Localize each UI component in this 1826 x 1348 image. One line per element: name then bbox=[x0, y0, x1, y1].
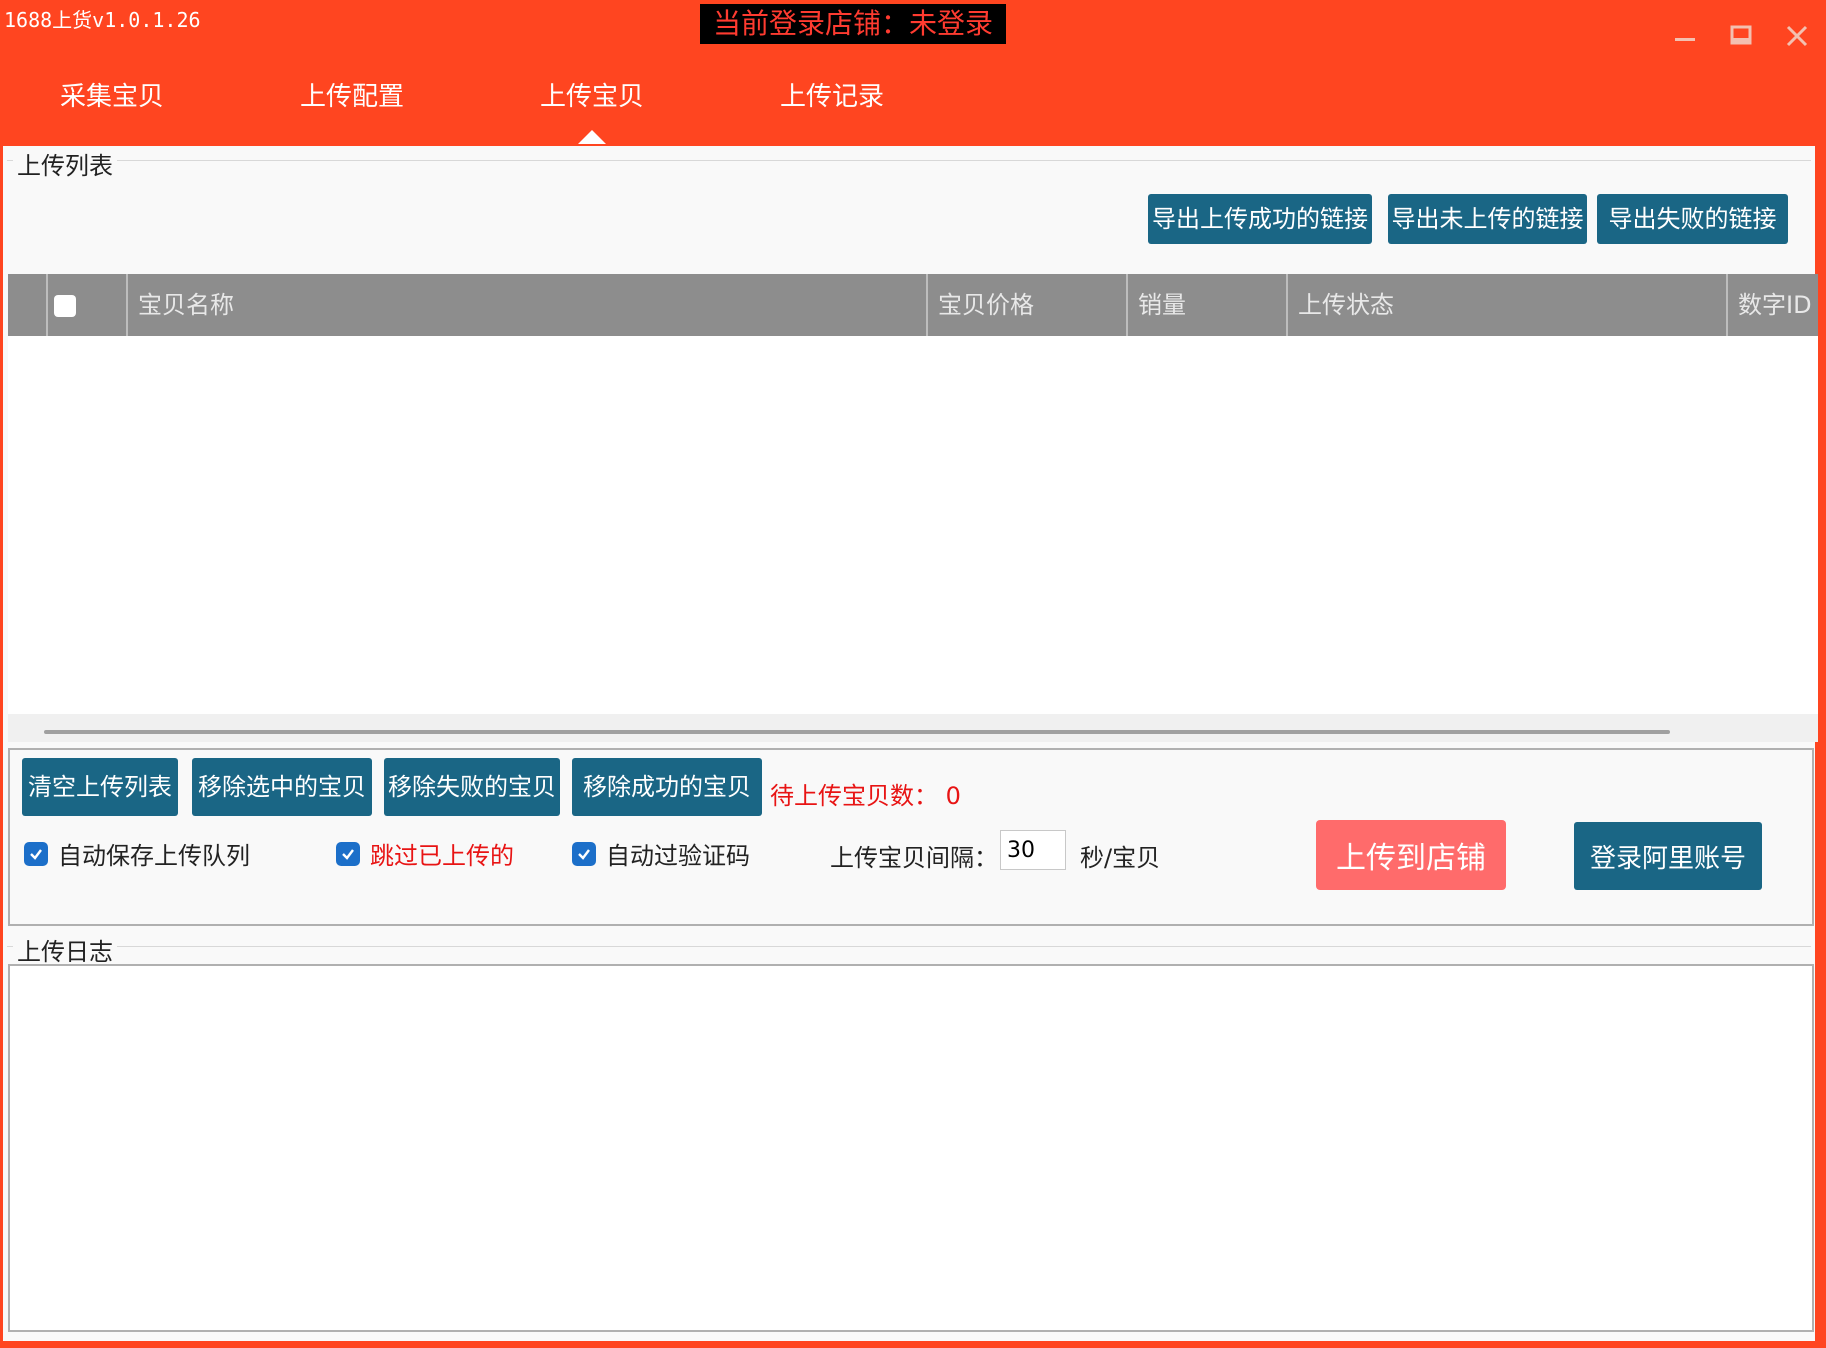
remove-failed-items-button[interactable]: 移除失败的宝贝 bbox=[384, 758, 560, 816]
column-upload-status[interactable]: 上传状态 bbox=[1286, 274, 1726, 336]
close-icon bbox=[1786, 25, 1808, 47]
remove-success-items-button[interactable]: 移除成功的宝贝 bbox=[572, 758, 762, 816]
auto-save-queue-checkbox[interactable]: 自动保存上传队列 bbox=[24, 836, 250, 871]
upload-log-group-border bbox=[7, 946, 1811, 947]
maximize-icon bbox=[1730, 25, 1752, 45]
export-success-links-button[interactable]: 导出上传成功的链接 bbox=[1148, 194, 1372, 244]
checkbox-checked-icon bbox=[24, 841, 48, 866]
tab-collect[interactable]: 采集宝贝 bbox=[12, 76, 212, 113]
window-title: 1688上货v1.0.1.26 bbox=[4, 8, 201, 32]
tab-label: 上传记录 bbox=[779, 82, 884, 112]
tab-label: 上传配置 bbox=[299, 82, 404, 112]
skip-uploaded-checkbox[interactable]: 跳过已上传的 bbox=[336, 836, 514, 871]
column-sales[interactable]: 销量 bbox=[1126, 274, 1286, 336]
checkbox-label: 自动过验证码 bbox=[606, 842, 750, 870]
column-item-price[interactable]: 宝贝价格 bbox=[926, 274, 1126, 336]
upload-interval-unit: 秒/宝贝 bbox=[1080, 844, 1161, 872]
close-button[interactable] bbox=[1776, 18, 1818, 54]
upload-list-group-label: 上传列表 bbox=[13, 146, 117, 181]
upload-log-textarea[interactable] bbox=[8, 964, 1814, 1332]
maximize-button[interactable] bbox=[1720, 18, 1762, 54]
auto-captcha-checkbox[interactable]: 自动过验证码 bbox=[572, 836, 750, 871]
checkbox-checked-icon bbox=[336, 841, 360, 866]
select-all-column[interactable] bbox=[46, 274, 126, 336]
column-numeric-id[interactable]: 数字ID bbox=[1726, 274, 1818, 336]
minimize-icon bbox=[1675, 38, 1695, 41]
upload-interval-input[interactable] bbox=[1000, 830, 1066, 870]
upload-interval-label: 上传宝贝间隔： bbox=[830, 844, 998, 872]
upload-control-panel: 清空上传列表 移除选中的宝贝 移除失败的宝贝 移除成功的宝贝 待上传宝贝数： 0… bbox=[8, 748, 1814, 926]
pending-count-value: 0 bbox=[945, 782, 961, 810]
checkbox-checked-icon bbox=[572, 841, 596, 866]
checkbox-label: 自动保存上传队列 bbox=[58, 842, 250, 870]
active-tab-caret bbox=[578, 130, 606, 144]
window-controls bbox=[1664, 18, 1818, 54]
clear-upload-list-button[interactable]: 清空上传列表 bbox=[22, 758, 178, 816]
login-status-banner: 当前登录店铺：未登录 bbox=[700, 4, 1006, 44]
remove-selected-items-button[interactable]: 移除选中的宝贝 bbox=[192, 758, 372, 816]
upload-log-group-label: 上传日志 bbox=[13, 932, 117, 967]
column-item-name[interactable]: 宝贝名称 bbox=[126, 274, 926, 336]
tab-label: 上传宝贝 bbox=[539, 82, 644, 112]
upload-list-group-border bbox=[7, 160, 1811, 161]
tab-upload-items[interactable]: 上传宝贝 bbox=[492, 76, 692, 144]
checkbox-label: 跳过已上传的 bbox=[370, 842, 514, 870]
upload-table-header: 宝贝名称 宝贝价格 销量 上传状态 数字ID bbox=[8, 274, 1818, 336]
export-failed-links-button[interactable]: 导出失败的链接 bbox=[1597, 194, 1788, 244]
tab-upload-history[interactable]: 上传记录 bbox=[732, 76, 932, 113]
select-all-checkbox[interactable] bbox=[54, 295, 76, 317]
export-not-uploaded-links-button[interactable]: 导出未上传的链接 bbox=[1388, 194, 1587, 244]
row-header-cell bbox=[8, 274, 46, 336]
main-nav: 采集宝贝 上传配置 上传宝贝 上传记录 bbox=[0, 70, 1000, 144]
upload-to-store-button[interactable]: 上传到店铺 bbox=[1316, 820, 1506, 890]
upload-table-body[interactable] bbox=[8, 336, 1818, 714]
app-window: 1688上货v1.0.1.26 当前登录店铺：未登录 采集宝贝 上传配置 上传宝… bbox=[0, 0, 1826, 1348]
pending-label-text: 待上传宝贝数： bbox=[770, 782, 938, 810]
login-ali-account-button[interactable]: 登录阿里账号 bbox=[1574, 822, 1762, 890]
minimize-button[interactable] bbox=[1664, 18, 1706, 54]
tab-label: 采集宝贝 bbox=[59, 82, 164, 112]
content-area: 上传列表 导出上传成功的链接 导出未上传的链接 导出失败的链接 宝贝名称 宝贝价… bbox=[3, 146, 1818, 1341]
horizontal-scrollbar[interactable] bbox=[8, 714, 1818, 742]
scrollbar-thumb[interactable] bbox=[44, 730, 1670, 734]
pending-count-label: 待上传宝贝数： 0 bbox=[770, 776, 961, 811]
tab-upload-config[interactable]: 上传配置 bbox=[252, 76, 452, 113]
